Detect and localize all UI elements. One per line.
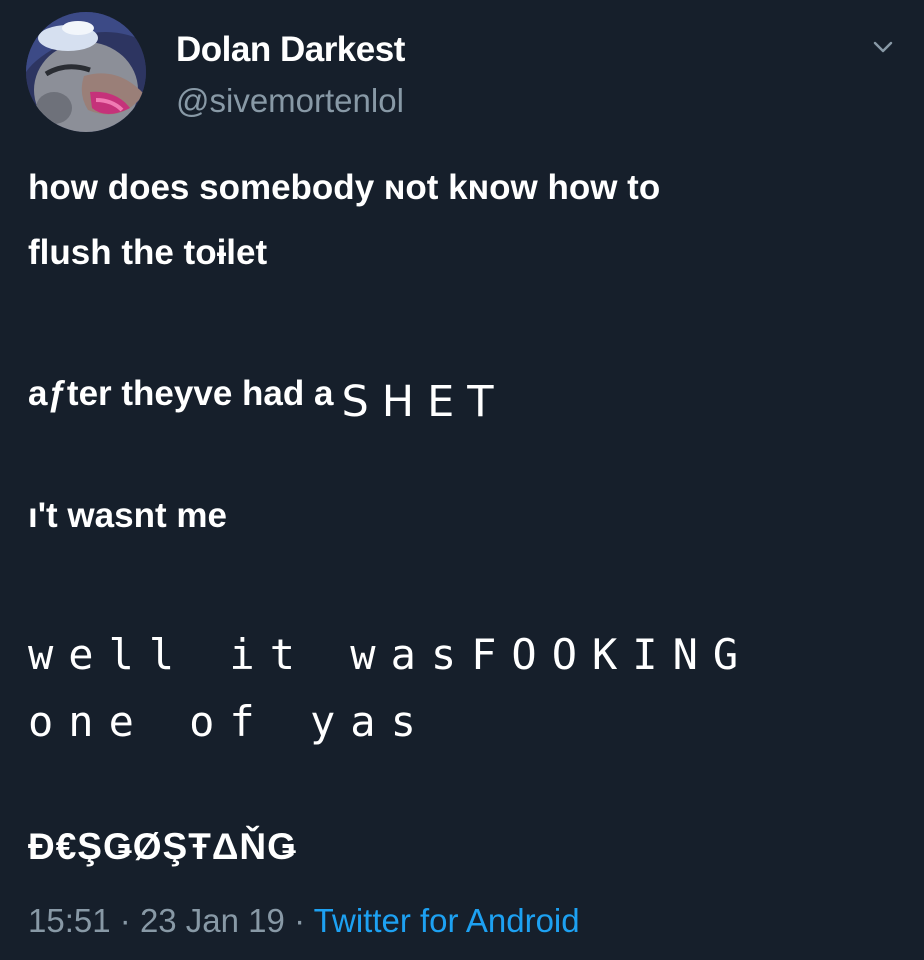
tweet-text-line-1: how does somebody ɴot kɴow how to <box>28 168 661 207</box>
tweet-text-line-4: ı't wasnt me <box>28 496 227 535</box>
tweet-screen: { "colors": { "background": "#161f2b", "… <box>0 0 924 960</box>
tweet-text-emphasis: SHET <box>341 377 507 427</box>
chevron-down-icon[interactable] <box>872 36 894 58</box>
meta-separator: · <box>294 902 306 939</box>
tweet-source-link[interactable]: Twitter for Android <box>314 902 580 939</box>
author-handle[interactable]: @sivemortenlol <box>176 82 404 120</box>
avatar[interactable] <box>26 12 146 132</box>
dolan-duck-avatar-icon <box>26 12 146 132</box>
meta-separator: · <box>119 902 131 939</box>
tweet-text-line-2: flush the toɨlet <box>28 233 268 272</box>
tweet-text-line-5: well it wasFOOKING <box>28 630 754 679</box>
tweet-text-line-7: Đ€ŞǤØŞŦΔŇǤ <box>28 826 297 867</box>
tweet-time[interactable]: 15:51 <box>28 902 111 939</box>
author-display-name[interactable]: Dolan Darkest <box>176 30 405 70</box>
tweet-text-line-3-start: aƒter theyve had a <box>28 374 334 413</box>
tweet-metadata: 15:51 · 23 Jan 19 · Twitter for Android <box>28 902 580 940</box>
tweet-text-line-6: one of yas <box>28 697 431 746</box>
tweet-date[interactable]: 23 Jan 19 <box>140 902 285 939</box>
tweet-text-line-3: aƒter theyve had a SHET <box>28 366 507 427</box>
